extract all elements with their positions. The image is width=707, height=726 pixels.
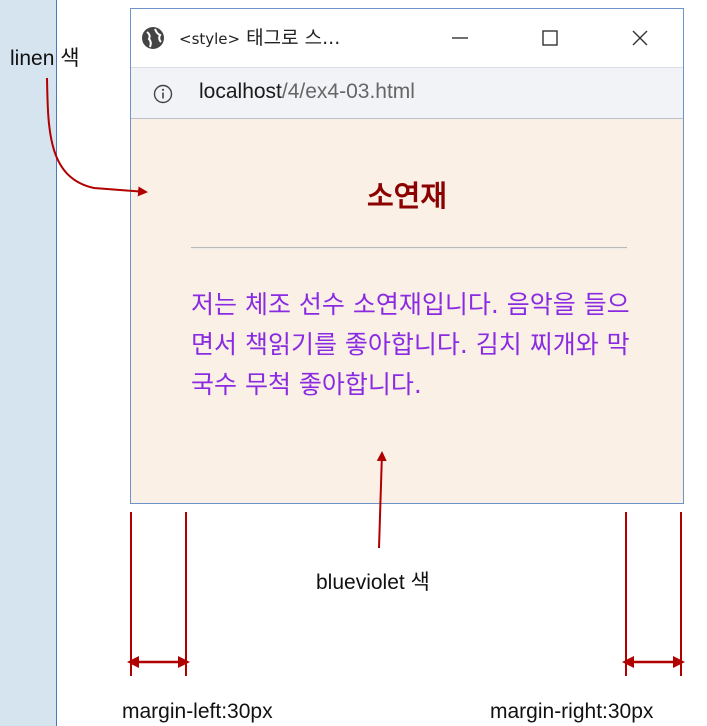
linen-label: linen 색: [10, 47, 80, 70]
blueviolet-label: blueviolet 색: [316, 571, 430, 594]
linen-arrow: [46, 77, 148, 197]
margin-right-label: margin-right:30px: [490, 700, 654, 723]
annotation-arrows: [46, 77, 685, 676]
blueviolet-arrow: [376, 451, 387, 549]
margin-left-label: margin-left:30px: [122, 700, 273, 723]
